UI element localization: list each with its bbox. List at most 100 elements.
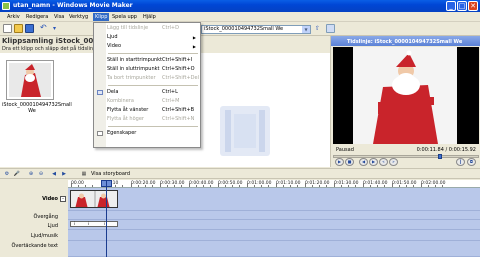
ruler-tick <box>363 183 364 187</box>
previous-frame-icon[interactable]: ◀ <box>359 158 368 166</box>
new-project-icon[interactable] <box>3 24 12 33</box>
ruler-tick <box>421 183 422 187</box>
rewind-icon[interactable]: « <box>379 158 388 166</box>
movie-maker-app-icon <box>2 2 10 10</box>
menu-combine[interactable]: Kombinera Ctrl+M <box>94 97 200 106</box>
audio-clip[interactable]: i i i <box>70 221 118 227</box>
ruler-tick <box>297 185 298 187</box>
menu-spela-upp[interactable]: Spela upp <box>110 13 139 21</box>
track-label-audio: Ljud <box>47 223 58 229</box>
menu-set-end-trim-shortcut: Ctrl+Shift+O <box>162 66 195 72</box>
stop-button-icon[interactable]: ■ <box>345 158 354 166</box>
next-frame-icon[interactable]: ▶ <box>369 158 378 166</box>
menu-set-start-trim[interactable]: Ställ in starttrimpunkt Ctrl+Shift+I <box>94 56 200 65</box>
menu-clear-trim-label: Ta bort trimpunkter <box>107 75 156 81</box>
menu-move-left-label: Flytta åt vänster <box>107 107 149 113</box>
ruler-tick <box>160 183 161 187</box>
menu-properties-label: Egenskaper <box>107 130 137 136</box>
ruler-tick <box>152 185 153 187</box>
ruler-tick <box>71 183 72 187</box>
ruler-tick <box>341 185 342 187</box>
ruler-tick <box>268 185 269 187</box>
ruler-tick <box>232 185 233 187</box>
expand-video-track-icon[interactable]: - <box>60 196 66 202</box>
clip-thumbnail[interactable] <box>6 60 54 100</box>
menu-move-right[interactable]: Flytta åt höger Ctrl+Shift+N <box>94 115 200 124</box>
split-clip-icon[interactable]: ‖ <box>456 158 465 166</box>
menu-visa[interactable]: Visa <box>52 13 66 21</box>
title-overlay-track[interactable] <box>68 241 480 257</box>
menu-audio[interactable]: Ljud ▶ <box>94 33 200 42</box>
menu-add-to-timeline[interactable]: Lägg till tidslinje Ctrl+D <box>94 24 200 33</box>
zoom-in-icon[interactable]: ⊕ <box>27 170 35 178</box>
open-project-icon[interactable] <box>14 24 23 33</box>
rewind-timeline-icon[interactable]: ◀ <box>50 170 58 178</box>
ruler-tick <box>167 185 168 187</box>
title-bar: utan_namn - Windows Movie Maker _ □ ✕ <box>0 0 480 12</box>
music-track[interactable] <box>68 230 480 241</box>
ruler-tick <box>312 185 313 187</box>
collection-combo[interactable]: iStock_000010494732Small We ▼ <box>201 25 311 34</box>
menu-split[interactable]: Dela Ctrl+L <box>94 88 200 97</box>
track-label-title-overlay: Övertäckande text <box>11 243 58 249</box>
narrate-timeline-icon[interactable]: 🎤 <box>13 170 21 178</box>
seek-bar[interactable] <box>333 154 479 159</box>
ruler-tick <box>181 185 182 187</box>
play-timeline-icon[interactable]: ▶ <box>60 170 68 178</box>
save-project-icon[interactable] <box>25 24 34 33</box>
storyboard-icon[interactable]: ▦ <box>80 170 88 178</box>
set-audio-levels-icon[interactable]: ⚙ <box>3 170 11 178</box>
menu-clear-trim[interactable]: Ta bort trimpunkter Ctrl+Shift+Del <box>94 74 200 83</box>
submenu-arrow-icon: ▶ <box>192 44 196 49</box>
menu-video[interactable]: Video ▶ <box>94 42 200 51</box>
ruler-tick <box>138 185 139 187</box>
menu-verktyg[interactable]: Verktyg <box>67 13 90 21</box>
menu-arkiv[interactable]: Arkiv <box>5 13 22 21</box>
zoom-out-icon[interactable]: ⊖ <box>37 170 45 178</box>
maximize-button[interactable]: □ <box>457 1 467 11</box>
ruler-tick <box>122 185 123 187</box>
video-clip[interactable] <box>70 190 118 208</box>
menu-separator <box>108 85 198 86</box>
clip-thumbnail-image <box>7 61 53 99</box>
preview-screen <box>333 47 479 144</box>
menu-move-left[interactable]: Flytta åt vänster Ctrl+Shift+B <box>94 106 200 115</box>
collection-up-icon[interactable]: ⇧ <box>315 24 324 33</box>
undo-icon[interactable]: ↶ <box>40 24 49 33</box>
movie-maker-window: utan_namn - Windows Movie Maker _ □ ✕ Ar… <box>0 0 480 257</box>
video-clip-frames <box>71 191 117 207</box>
ruler-tick <box>442 185 443 187</box>
ruler-tick <box>326 185 327 187</box>
ruler-tick <box>413 185 414 187</box>
menu-hjalp[interactable]: Hjälp <box>141 13 158 21</box>
fast-forward-icon[interactable]: » <box>389 158 398 166</box>
menu-set-start-trim-label: Ställ in starttrimpunkt <box>107 57 163 63</box>
transition-track[interactable] <box>68 211 480 220</box>
track-label-transition: Övergång <box>33 214 58 220</box>
menu-redigera[interactable]: Redigera <box>24 13 50 21</box>
ruler-tick <box>355 185 356 187</box>
seek-thumb[interactable] <box>438 154 442 159</box>
ruler-tick <box>225 185 226 187</box>
ruler-tick <box>261 185 262 187</box>
menu-properties[interactable]: Egenskaper <box>94 129 200 138</box>
monitor-title: Tidslinje: iStock_000010494732Small We <box>347 39 463 45</box>
ruler-tick <box>377 185 378 187</box>
menu-klipp[interactable]: Klipp <box>93 13 110 21</box>
ruler-tick <box>334 183 335 187</box>
show-storyboard-link[interactable]: Visa storyboard <box>91 171 130 177</box>
ruler-tick <box>435 185 436 187</box>
view-options-icon[interactable] <box>326 24 335 33</box>
video-track[interactable] <box>68 188 480 211</box>
chevron-down-icon[interactable]: ▼ <box>302 26 310 33</box>
minimize-button[interactable]: _ <box>446 1 456 11</box>
close-button[interactable]: ✕ <box>468 1 478 11</box>
audio-track[interactable]: i i i <box>68 220 480 230</box>
timeline-toolbar: ⚙ 🎤 ⊕ ⊖ ◀ ▶ ▦ Visa storyboard <box>0 168 480 179</box>
playhead[interactable] <box>106 180 107 257</box>
play-button-icon[interactable]: ▶ <box>335 158 344 166</box>
menu-set-end-trim[interactable]: Ställ in sluttrimpunkt Ctrl+Shift+O <box>94 65 200 74</box>
timeline-ruler[interactable]: 00.000:00:100:00:20.000:00:30.000:00:40.… <box>68 180 480 188</box>
undo-dropdown-icon[interactable]: ▾ <box>53 24 62 33</box>
snapshot-icon[interactable]: ◘ <box>467 158 476 166</box>
